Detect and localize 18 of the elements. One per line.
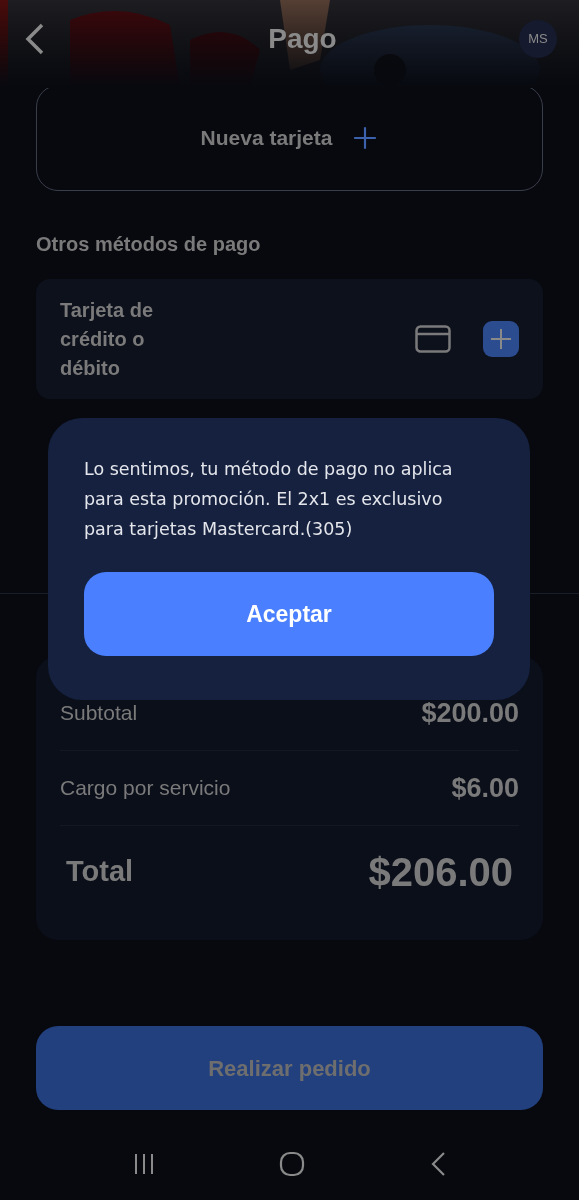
page-title: Pago — [268, 22, 337, 56]
summary-value: $200.00 — [421, 696, 519, 730]
summary-label: Total — [66, 854, 134, 890]
section-title: Otros métodos de pago — [36, 232, 262, 257]
back-icon[interactable] — [429, 1151, 448, 1177]
plus-icon — [489, 327, 513, 351]
summary-value: $6.00 — [451, 771, 519, 805]
accept-button[interactable]: Aceptar — [84, 572, 494, 656]
payment-method-label: Tarjeta de crédito o débito — [60, 297, 154, 381]
plus-icon — [352, 125, 379, 151]
card-icon — [415, 325, 451, 353]
summary-value: $206.00 — [368, 849, 514, 896]
payment-method-card[interactable]: Tarjeta de crédito o débito — [36, 279, 543, 399]
summary-label: Cargo por servicio — [60, 775, 231, 802]
add-button[interactable] — [483, 321, 519, 357]
dialog-message: Lo sentimos, tu método de pago no aplica para esta promoción. El 2x1 es exclusivo para tarjetas Mastercard.(305) — [84, 458, 454, 541]
home-icon[interactable] — [279, 1151, 306, 1177]
summary-label: Subtotal — [60, 700, 138, 727]
